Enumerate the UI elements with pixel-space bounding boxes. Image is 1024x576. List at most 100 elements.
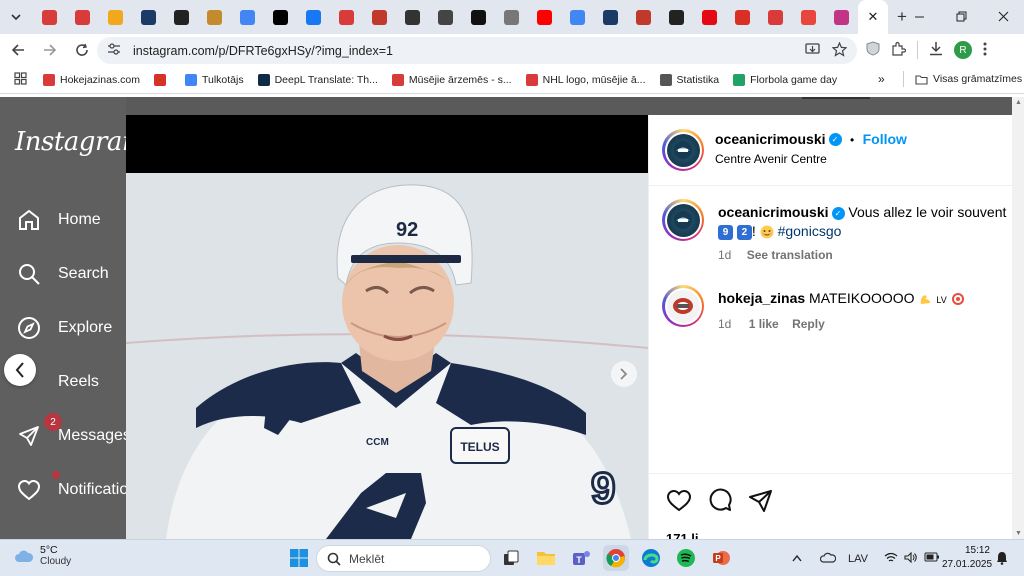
browser-tab[interactable] (462, 0, 495, 34)
comment-likes[interactable]: 1 like (749, 317, 779, 331)
see-translation-button[interactable]: See translation (747, 248, 833, 262)
share-button[interactable] (748, 488, 774, 514)
browser-tab[interactable] (726, 0, 759, 34)
page-scrollbar[interactable]: ▲ ▼ (1012, 97, 1024, 539)
apps-grid-icon[interactable] (14, 71, 27, 88)
start-button[interactable] (286, 545, 312, 571)
browser-tab[interactable] (66, 0, 99, 34)
browser-tab[interactable] (561, 0, 594, 34)
close-window-button[interactable] (982, 0, 1024, 32)
likes-count[interactable]: 171 li (666, 531, 699, 539)
file-explorer-button[interactable] (533, 545, 559, 571)
edge-button[interactable] (638, 545, 664, 571)
comment-username[interactable]: hokeja_zinas (718, 290, 805, 306)
browser-tab[interactable] (825, 0, 858, 34)
comment-time[interactable]: 1d (718, 317, 731, 331)
chrome-button[interactable] (603, 545, 629, 571)
volume-icon[interactable] (904, 551, 918, 566)
bookmark-item[interactable] (153, 73, 171, 86)
task-view-button[interactable] (498, 545, 524, 571)
taskbar-search[interactable]: Meklēt (316, 545, 491, 572)
shield-extension-icon[interactable] (866, 41, 880, 59)
browser-tab[interactable] (231, 0, 264, 34)
active-tab[interactable]: ✕ (858, 0, 888, 34)
battery-icon[interactable] (924, 552, 940, 565)
follow-button[interactable]: Follow (863, 131, 907, 147)
nav-search[interactable]: Search (16, 261, 109, 287)
browser-tab[interactable] (198, 0, 231, 34)
minimize-button[interactable] (898, 0, 940, 32)
site-info-icon[interactable] (107, 43, 125, 58)
browser-tab[interactable] (594, 0, 627, 34)
post-location[interactable]: Centre Avenir Centre (715, 152, 827, 166)
browser-tab[interactable] (363, 0, 396, 34)
post-author-avatar[interactable] (662, 129, 704, 171)
wifi-icon[interactable] (884, 552, 898, 566)
caption-time[interactable]: 1d (718, 248, 731, 262)
extensions-icon[interactable] (891, 41, 907, 59)
next-image-button[interactable] (611, 361, 637, 387)
nav-explore[interactable]: Explore (16, 315, 112, 341)
browser-tab[interactable] (99, 0, 132, 34)
download-icon[interactable] (929, 41, 943, 59)
notifications-bell-icon[interactable] (996, 551, 1008, 570)
browser-tab[interactable] (792, 0, 825, 34)
bookmark-star-icon[interactable] (831, 40, 848, 60)
scroll-up-icon[interactable]: ▲ (1015, 99, 1022, 106)
address-bar[interactable]: instagram.com/p/DFRTe6gxHSy/?img_index=1 (97, 37, 857, 64)
post-photo[interactable]: 92 TELUS CCM 9 (126, 173, 648, 539)
browser-tab[interactable] (396, 0, 429, 34)
back-button[interactable] (4, 36, 32, 64)
browser-tab[interactable] (627, 0, 660, 34)
caption-username[interactable]: oceanicrimouski (718, 204, 829, 220)
browser-tab[interactable] (528, 0, 561, 34)
all-bookmarks-button[interactable]: Visas grāmatzīmes (915, 73, 1022, 85)
bookmark-item[interactable]: Tulkotājs (184, 73, 244, 86)
browser-tab[interactable] (330, 0, 363, 34)
browser-tab[interactable] (165, 0, 198, 34)
input-language[interactable]: LAV (848, 553, 868, 565)
browser-tab[interactable] (297, 0, 330, 34)
nav-messages[interactable]: 2 Messages (16, 413, 131, 449)
tab-search-button[interactable] (5, 6, 27, 28)
kebab-menu-icon[interactable] (983, 42, 987, 59)
browser-tab[interactable] (429, 0, 462, 34)
profile-avatar[interactable]: R (954, 41, 972, 59)
url-text[interactable]: instagram.com/p/DFRTe6gxHSy/?img_index=1 (133, 44, 393, 58)
reply-button[interactable]: Reply (792, 317, 825, 331)
spotify-button[interactable] (673, 545, 699, 571)
taskbar-clock[interactable]: 15:12 27.01.2025 (942, 544, 992, 572)
bookmarks-overflow-button[interactable]: » (878, 72, 885, 86)
forward-button[interactable] (36, 36, 64, 64)
comment-button[interactable] (707, 488, 733, 514)
browser-tab[interactable] (132, 0, 165, 34)
previous-post-button[interactable] (4, 354, 36, 386)
restore-button[interactable] (940, 0, 982, 32)
browser-tab[interactable] (33, 0, 66, 34)
close-tab-icon[interactable]: ✕ (868, 9, 879, 25)
caption-author-avatar[interactable] (662, 199, 704, 241)
browser-tab[interactable] (759, 0, 792, 34)
browser-tab[interactable] (495, 0, 528, 34)
onedrive-icon[interactable] (819, 552, 837, 566)
browser-tab[interactable] (693, 0, 726, 34)
bookmark-item[interactable]: Hokejazinas.com (43, 73, 140, 86)
weather-widget[interactable]: 5°C Cloudy (14, 544, 71, 567)
reload-button[interactable] (68, 36, 96, 64)
hashtag-link[interactable]: #gonicsgo (778, 223, 842, 239)
post-author-username[interactable]: oceanicrimouski (715, 131, 826, 147)
bookmark-item[interactable]: DeepL Translate: Th... (257, 73, 378, 86)
bookmark-item[interactable]: NHL logo, mūsējie ā... (525, 73, 646, 86)
install-app-icon[interactable] (805, 42, 820, 59)
teams-button[interactable]: T (568, 545, 594, 571)
browser-tab[interactable] (660, 0, 693, 34)
like-button[interactable] (666, 488, 692, 514)
comment-author-avatar[interactable] (662, 285, 704, 327)
chevron-up-icon[interactable] (792, 553, 802, 565)
powerpoint-button[interactable]: P (708, 545, 734, 571)
bookmark-item[interactable]: Statistika (659, 73, 719, 86)
bookmark-item[interactable]: Florbola game day (733, 73, 837, 86)
nav-home[interactable]: Home (16, 207, 101, 233)
bookmark-item[interactable]: Mūsējie ārzemēs - s... (391, 73, 512, 86)
browser-tab[interactable] (264, 0, 297, 34)
